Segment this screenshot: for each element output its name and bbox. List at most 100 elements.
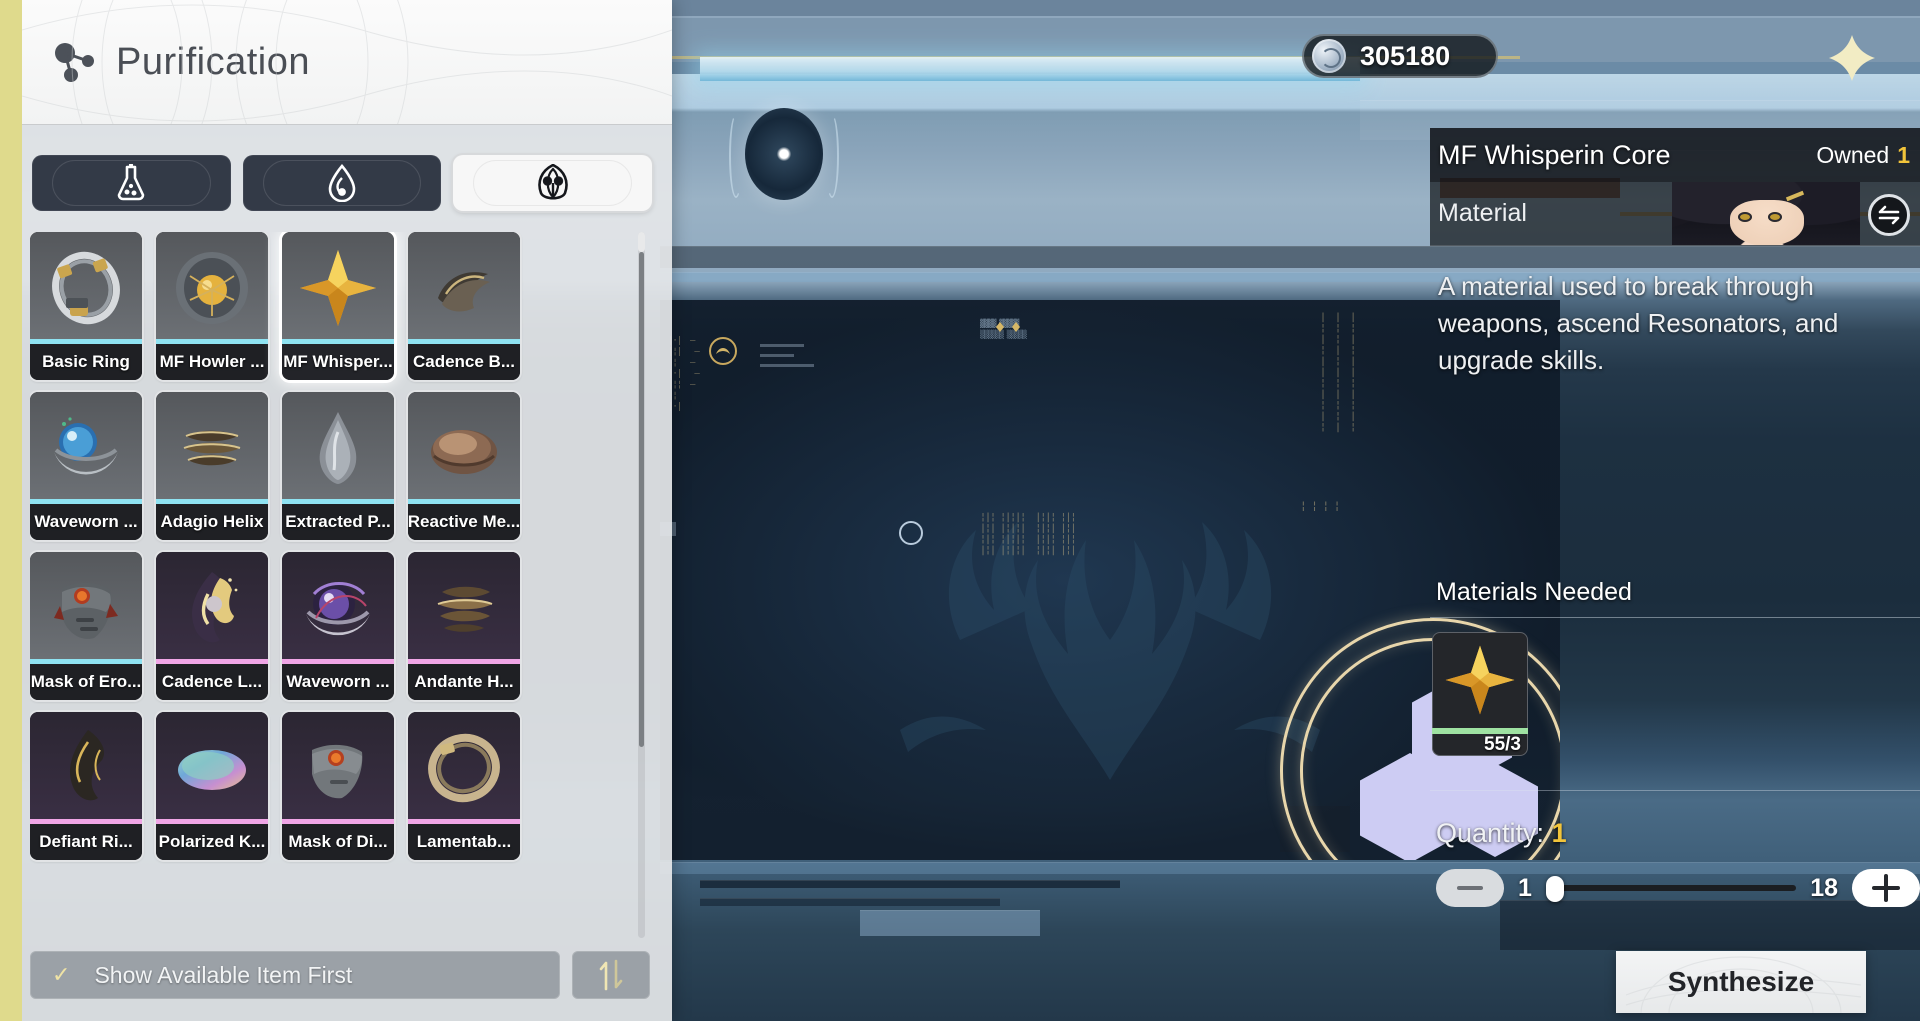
item-label: Andante H... (408, 664, 520, 700)
owned-label: Owned (1816, 142, 1889, 168)
item-label: Defiant Ri... (30, 824, 142, 860)
item-cell[interactable]: MF Howler ... (156, 232, 268, 380)
item-label: Extracted P... (282, 504, 394, 540)
item-cell[interactable]: Adagio Helix (156, 392, 268, 540)
item-grid-scrollbar[interactable] (638, 232, 645, 938)
terminal-glyphs: — — — — — (690, 336, 699, 391)
item-icon (156, 552, 268, 664)
scene-light-beam (700, 57, 1360, 81)
resonator-portrait (1672, 182, 1860, 246)
item-grid[interactable]: Basic RingMF Howler ... MF Whisper... Cade… (30, 232, 624, 938)
tab-synthesis[interactable] (453, 155, 652, 211)
item-description: A material used to break through weapons… (1430, 246, 1920, 379)
synthesis-terminal: |·| |¦| ¦ |·| |¦¦ ¦ |·| — — — — — ▓▓▓▓ ▓… (660, 300, 1560, 860)
chevron-down-icon: ✓ (52, 964, 70, 986)
terminal-seal-icon (898, 520, 924, 546)
item-cell[interactable]: Defiant Ri... (30, 712, 142, 860)
item-label: Reactive Me... (408, 504, 520, 540)
item-art-gray-mask (296, 726, 380, 810)
close-icon (1826, 32, 1878, 84)
tab-forging[interactable] (32, 155, 231, 211)
category-tab-row (32, 155, 652, 211)
swap-icon (1876, 202, 1902, 228)
item-label: Waveworn ... (30, 504, 142, 540)
item-art-dark-flame (44, 726, 128, 810)
tab-refining[interactable] (243, 155, 442, 211)
synthesize-label: Synthesize (1668, 966, 1814, 998)
item-label: Lamentab... (408, 824, 520, 860)
item-art-iridescent (170, 726, 254, 810)
item-cell[interactable]: Reactive Me... (408, 392, 520, 540)
scrollbar-thumb-top[interactable] (638, 232, 645, 252)
item-art-purple-orb (296, 566, 380, 650)
item-icon (156, 712, 268, 824)
item-art-gold-star (1442, 642, 1518, 718)
terminal-microline (760, 344, 804, 347)
panel-header: Purification (22, 0, 672, 125)
terminal-microline (760, 354, 794, 357)
item-art-ring (44, 246, 128, 330)
item-cell[interactable]: Basic Ring (30, 232, 142, 380)
quantity-increase-button[interactable] (1852, 869, 1920, 907)
quantity-stepper: 1 18 (1430, 866, 1920, 910)
slider-knob[interactable] (1546, 876, 1564, 902)
materials-needed-section: Materials Needed 55/3 (1430, 578, 1920, 756)
show-available-first-toggle[interactable]: ✓ Show Available Item First (30, 951, 560, 999)
quantity-slider[interactable] (1546, 878, 1796, 898)
material-count: 55/3 (1432, 734, 1528, 756)
terminal-diamond-icon (990, 318, 1026, 336)
item-cell[interactable]: MF Whisper... (282, 232, 394, 380)
echo-sigil-icon (535, 164, 571, 202)
divider (1430, 790, 1920, 791)
sort-order-button[interactable] (572, 951, 650, 999)
scene-plate (700, 898, 1000, 906)
item-art-tan-helix (422, 566, 506, 650)
terminal-glyphs: ¦ ¦ ¦ ¦ (1300, 500, 1339, 511)
item-label: Adagio Helix (156, 504, 268, 540)
item-type: Material (1438, 199, 1527, 228)
item-cell[interactable]: Andante H... (408, 552, 520, 700)
item-cell[interactable]: Waveworn ... (30, 392, 142, 540)
terminal-glyphs: | | | ¦ ¦ ¦ | ¦ | ¦ | ¦ | ¦ | | | | ¦ ¦ … (1320, 312, 1355, 433)
item-cell[interactable]: Cadence L... (156, 552, 268, 700)
item-icon (156, 392, 268, 504)
show-available-first-label: Show Available Item First (94, 962, 352, 989)
swap-view-button[interactable] (1868, 194, 1910, 236)
item-cell[interactable]: Extracted P... (282, 392, 394, 540)
item-icon (30, 232, 142, 344)
quantity-decrease-button[interactable] (1436, 869, 1504, 907)
item-icon (408, 552, 520, 664)
item-cell[interactable]: Cadence B... (408, 232, 520, 380)
item-cell[interactable]: Lamentab... (408, 712, 520, 860)
sort-order-icon (596, 959, 626, 991)
item-cell[interactable]: Mask of Ero... (30, 552, 142, 700)
item-cell[interactable]: Waveworn ... (282, 552, 394, 700)
item-icon (282, 552, 394, 664)
item-icon (282, 712, 394, 824)
quantity-label: Quantity: 1 (1430, 818, 1920, 849)
item-label: Cadence B... (408, 344, 520, 380)
synthesize-button[interactable]: Synthesize (1616, 951, 1866, 1013)
close-button[interactable] (1826, 32, 1878, 84)
item-icon (156, 232, 268, 344)
owned-value: 1 (1897, 142, 1910, 168)
item-art-gold-star (296, 246, 380, 330)
item-cell[interactable]: Polarized K... (156, 712, 268, 860)
item-icon (408, 712, 520, 824)
currency-display: 305180 (1302, 34, 1498, 78)
quantity-label-prefix: Quantity: (1436, 818, 1544, 848)
item-label: Mask of Di... (282, 824, 394, 860)
slider-track (1546, 885, 1796, 891)
panel-accent-stripe (0, 0, 22, 1021)
item-type-row: Material (1430, 182, 1920, 246)
item-icon (408, 232, 520, 344)
item-icon (282, 232, 394, 344)
item-cell[interactable]: Mask of Di... (282, 712, 394, 860)
material-card[interactable]: 55/3 (1432, 632, 1528, 756)
purification-panel: Purification (0, 0, 672, 1021)
item-label: MF Whisper... (282, 344, 394, 380)
scrollbar-thumb[interactable] (639, 252, 644, 747)
item-art-dark-swirl (422, 246, 506, 330)
item-art-brown-helix (170, 406, 254, 490)
item-icon (30, 712, 142, 824)
